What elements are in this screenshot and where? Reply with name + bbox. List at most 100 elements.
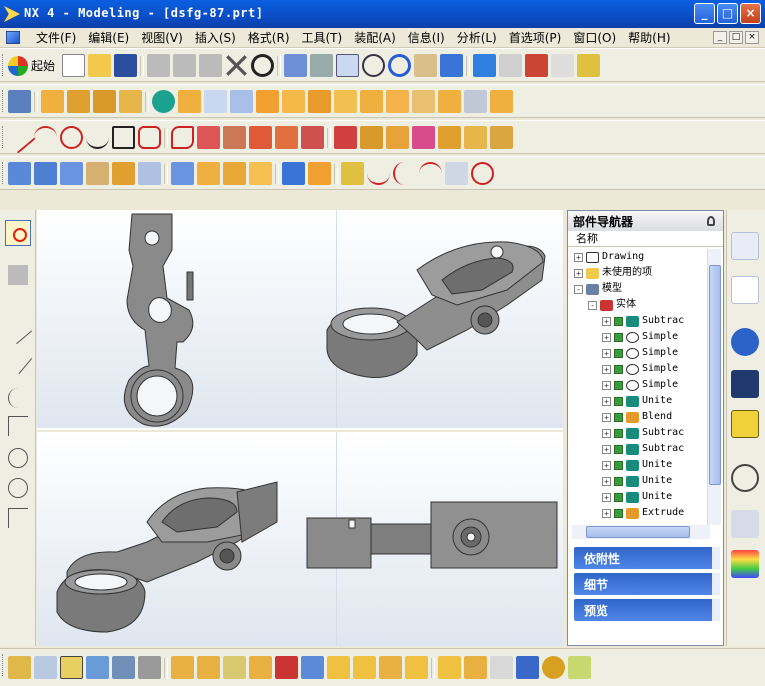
menu-help[interactable]: 帮助(H) — [622, 30, 676, 46]
menu-tools[interactable]: 工具(T) — [296, 30, 349, 46]
dependencies-panel-header[interactable]: 依附性 — [574, 547, 720, 569]
tree-node[interactable]: + Unite — [602, 489, 672, 505]
fit-view-icon[interactable] — [284, 54, 308, 77]
menu-preferences[interactable]: 首选项(P) — [503, 30, 568, 46]
zoom-icon[interactable] — [336, 54, 360, 77]
part-front-view[interactable] — [123, 213, 194, 427]
tree-node[interactable]: + Unite — [602, 473, 672, 489]
visibility-checkbox[interactable] — [614, 348, 623, 358]
intersection-curve-icon[interactable] — [275, 126, 298, 149]
fillet-curve-icon[interactable] — [171, 126, 194, 149]
spline-tool-icon[interactable] — [8, 388, 28, 408]
n-sided-icon[interactable] — [112, 162, 135, 185]
clearance-icon[interactable] — [464, 656, 487, 679]
visibility-checkbox[interactable] — [614, 508, 623, 518]
groove-icon[interactable] — [308, 90, 331, 113]
bounded-plane-icon[interactable] — [138, 162, 161, 185]
cut-icon[interactable] — [147, 54, 171, 77]
revolve-icon[interactable] — [67, 90, 90, 113]
graphics-viewport-bottom[interactable] — [37, 432, 563, 646]
part-trimetric-view[interactable] — [56, 481, 278, 633]
hole-icon[interactable] — [178, 90, 201, 113]
link-icon[interactable] — [542, 656, 565, 679]
expand-toggle[interactable]: + — [602, 396, 611, 406]
circle-icon[interactable] — [60, 126, 83, 149]
menu-insert[interactable]: 插入(S) — [189, 30, 242, 46]
visibility-checkbox[interactable] — [614, 412, 623, 422]
isoparametric-icon[interactable] — [412, 126, 435, 149]
tree-node[interactable]: + Subtrac — [602, 441, 684, 457]
trim-curve-icon[interactable] — [301, 126, 324, 149]
minimize-button[interactable]: _ — [694, 3, 715, 24]
help-icon[interactable] — [731, 410, 759, 438]
boss-icon[interactable] — [204, 90, 227, 113]
view-orientation-icon[interactable] — [473, 54, 497, 77]
reference-set-icon[interactable] — [112, 656, 135, 679]
arc-icon[interactable] — [34, 126, 57, 149]
delete-explosion-icon[interactable] — [301, 656, 324, 679]
details-panel-header[interactable]: 细节 — [574, 573, 720, 595]
open-folder-icon[interactable] — [88, 54, 112, 77]
intersect-tool-icon[interactable] — [8, 416, 28, 436]
tree-node[interactable]: + 未使用的项 — [574, 265, 652, 281]
pattern-icon[interactable] — [490, 90, 513, 113]
law-extension-icon[interactable] — [308, 162, 331, 185]
extension-icon[interactable] — [282, 162, 305, 185]
auto-explode-icon[interactable] — [249, 656, 272, 679]
menu-window[interactable]: 窗口(O) — [567, 30, 622, 46]
render-style-icon[interactable] — [499, 54, 523, 77]
expand-toggle[interactable]: + — [602, 348, 611, 358]
curvature-icon[interactable] — [367, 162, 390, 185]
tree-node[interactable]: + Blend — [602, 409, 672, 425]
offset-curve-icon[interactable] — [223, 126, 246, 149]
system-materials-icon[interactable] — [731, 510, 759, 538]
transform-icon[interactable] — [8, 265, 28, 285]
wcs-icon[interactable] — [525, 54, 549, 77]
shaded-view-icon[interactable] — [440, 54, 464, 77]
rectangle-icon[interactable] — [112, 126, 135, 149]
new-explosion-icon[interactable] — [197, 656, 220, 679]
datum-plane-icon[interactable] — [119, 90, 142, 113]
expand-toggle[interactable]: + — [574, 252, 583, 262]
shell-icon[interactable] — [386, 90, 409, 113]
trim-body-icon[interactable] — [197, 162, 220, 185]
circle-tool-icon[interactable] — [8, 478, 28, 498]
expand-toggle[interactable]: + — [602, 508, 611, 518]
tree-node[interactable]: - 模型 — [574, 281, 622, 297]
visibility-checkbox[interactable] — [614, 476, 623, 486]
undo-icon[interactable] — [251, 54, 275, 77]
web-browser-icon[interactable] — [731, 328, 759, 356]
extrude-icon[interactable] — [41, 90, 64, 113]
trace-lines-icon[interactable] — [379, 656, 402, 679]
expand-toggle[interactable]: + — [602, 316, 611, 326]
visibility-checkbox[interactable] — [614, 444, 623, 454]
sew-icon[interactable] — [171, 162, 194, 185]
draft-analysis-icon[interactable] — [471, 162, 494, 185]
toolbar-grip[interactable] — [2, 162, 5, 184]
split-body-icon[interactable] — [223, 162, 246, 185]
visibility-checkbox[interactable] — [614, 380, 623, 390]
swept-surface-icon[interactable] — [86, 162, 109, 185]
sequence-icon[interactable] — [438, 656, 461, 679]
column-header-name[interactable]: 名称 — [568, 231, 723, 247]
maximize-button[interactable]: □ — [717, 3, 738, 24]
paste-icon[interactable] — [199, 54, 223, 77]
analysis-icon[interactable] — [341, 162, 364, 185]
visibility-checkbox[interactable] — [614, 460, 623, 470]
unexplode-icon[interactable] — [275, 656, 298, 679]
combined-curve-icon[interactable] — [386, 126, 409, 149]
slot-icon[interactable] — [282, 90, 305, 113]
replace-component-icon[interactable] — [138, 656, 161, 679]
tree-node[interactable]: + Extrude — [602, 505, 684, 521]
menu-format[interactable]: 格式(R) — [242, 30, 296, 46]
select-filter-icon[interactable] — [5, 220, 31, 246]
patch-icon[interactable] — [249, 162, 272, 185]
toolbar-grip[interactable] — [2, 654, 5, 676]
reposition-icon[interactable] — [60, 656, 83, 679]
check-mate-icon[interactable] — [568, 656, 591, 679]
tree-node[interactable]: + Unite — [602, 457, 672, 473]
through-mesh-icon[interactable] — [34, 162, 57, 185]
visibility-checkbox[interactable] — [614, 396, 623, 406]
part-side-view[interactable] — [306, 501, 558, 569]
navigator-vertical-scrollbar[interactable] — [707, 249, 721, 525]
